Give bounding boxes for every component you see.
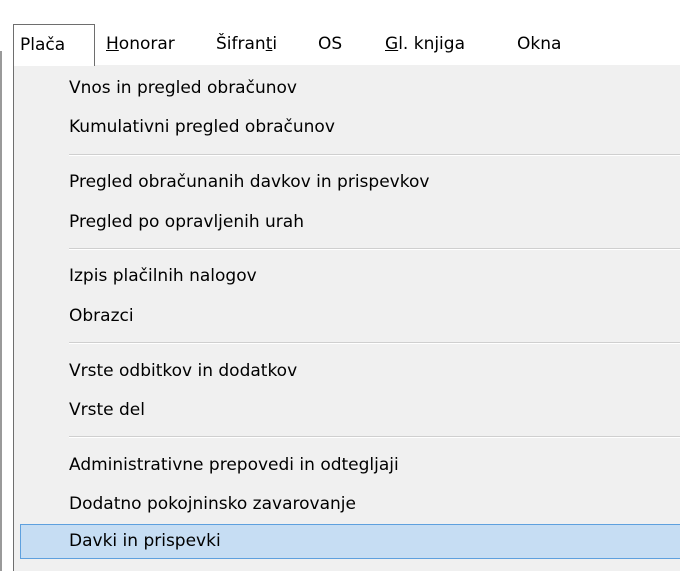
menu-item-label: Dodatno pokojninsko zavarovanje (69, 494, 356, 514)
menu-gl-knjiga[interactable]: Gl. knjiga (385, 24, 465, 66)
menu-gl-knjiga-label: l. knjiga (398, 34, 465, 54)
menu-honorar-accesskey: H (106, 34, 119, 54)
menu-item-kumulativni-pregled-obracunov[interactable]: Kumulativni pregled obračunov (20, 110, 680, 145)
menu-item-dodatno-pokojninsko-zavarovanje[interactable]: Dodatno pokojninsko zavarovanje (20, 487, 680, 522)
menu-item-label: Obrazci (69, 306, 134, 326)
menu-item-pregled-obracunanih-davkov[interactable]: Pregled obračunanih davkov in prispevkov (20, 165, 680, 200)
menu-item-label: Vrste del (69, 400, 145, 420)
placa-dropdown-menu: Vnos in pregled obračunov Kumulativni pr… (13, 65, 680, 571)
menu-item-label: Kumulativni pregled obračunov (69, 117, 335, 137)
menu-item-pregled-po-opravljenih-urah[interactable]: Pregled po opravljenih urah (20, 205, 680, 240)
menu-item-administrativne-prepovedi[interactable]: Administrativne prepovedi in odtegljaji (20, 448, 680, 483)
window-left-edge (0, 51, 2, 571)
menu-item-label: Vrste odbitkov in dodatkov (69, 361, 298, 381)
menu-item-label: Davki in prispevki (69, 531, 221, 551)
menu-honorar[interactable]: Honorar (106, 24, 175, 66)
menu-item-vnos-in-pregled-obracunov[interactable]: Vnos in pregled obračunov (20, 71, 680, 106)
menu-item-label: Izpis plačilnih nalogov (69, 266, 257, 286)
menu-sifranti-label-pre: Šifran (216, 34, 266, 54)
menu-placa-label: Plača (20, 35, 66, 55)
menu-okna-label: Okna (517, 34, 562, 54)
menu-item-davki-in-prispevki[interactable]: Davki in prispevki (20, 524, 680, 559)
menu-item-izpis-placilnih-nalogov[interactable]: Izpis plačilnih nalogov (20, 259, 680, 294)
menu-okna[interactable]: Okna (517, 24, 561, 66)
menu-item-label: Administrativne prepovedi in odtegljaji (69, 455, 399, 475)
menu-separator (69, 436, 680, 438)
menu-os-label: OS (318, 34, 343, 54)
menu-item-label: Vnos in pregled obračunov (69, 78, 297, 98)
menu-os[interactable]: OS (318, 24, 342, 66)
menu-item-label: Pregled obračunanih davkov in prispevkov (69, 172, 430, 192)
menu-sifranti[interactable]: Šifranti (216, 24, 277, 66)
menu-sifranti-label-post: i (272, 34, 278, 54)
menu-item-label: Pregled po opravljenih urah (69, 212, 304, 232)
menu-item-obrazci[interactable]: Obrazci (20, 299, 680, 334)
menu-separator (69, 342, 680, 344)
menu-bar: Plača Honorar Šifranti OS Gl. knjiga Okn… (0, 0, 680, 68)
menu-item-vrste-del[interactable]: Vrste del (20, 393, 680, 428)
menu-separator (69, 248, 680, 250)
menu-placa[interactable]: Plača (13, 24, 95, 68)
menu-honorar-label: onorar (118, 34, 175, 54)
menu-item-vrste-odbitkov-in-dodatkov[interactable]: Vrste odbitkov in dodatkov (20, 354, 680, 389)
menu-gl-knjiga-accesskey: G (385, 34, 399, 54)
menu-separator (69, 154, 680, 156)
